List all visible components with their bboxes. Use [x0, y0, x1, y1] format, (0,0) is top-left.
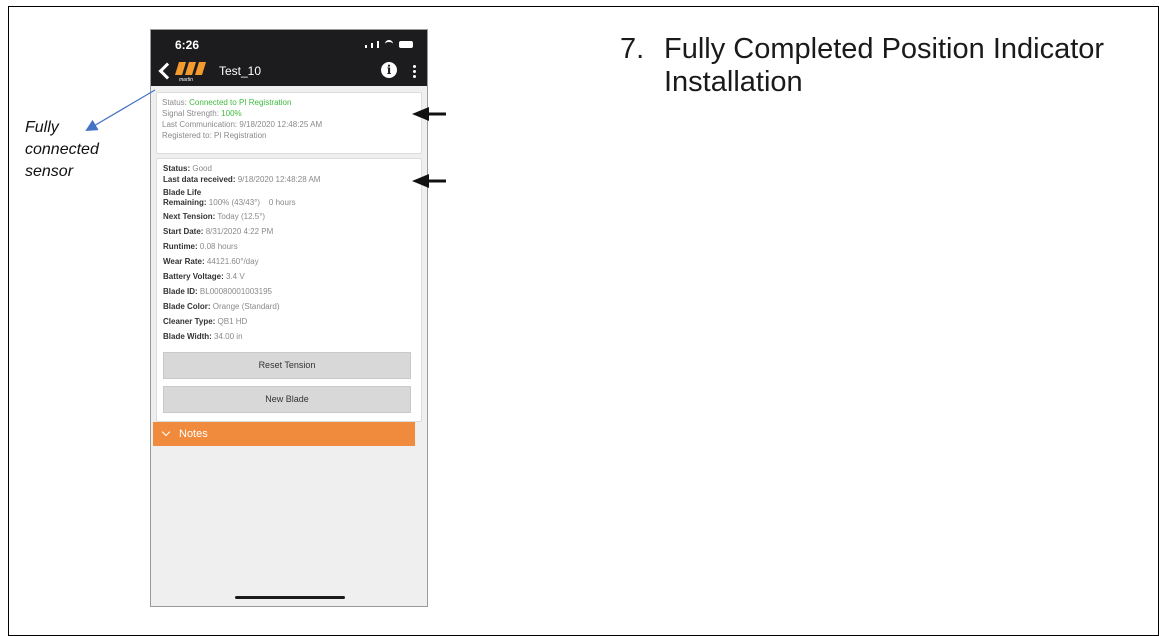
callout-arrow — [85, 89, 156, 132]
step-title: Fully Completed Position Indicator Insta… — [664, 33, 1105, 98]
annotation-arrows — [85, 89, 446, 188]
left-table-cell: Fully connected sensor 6:26 martin Test_… — [8, 6, 607, 636]
arrow-left-icon — [412, 174, 446, 188]
arrow-left-icon — [412, 107, 446, 121]
right-table-cell: 7. Fully Completed Position Indicator In… — [606, 6, 1159, 636]
step-number: 7. — [620, 33, 645, 65]
